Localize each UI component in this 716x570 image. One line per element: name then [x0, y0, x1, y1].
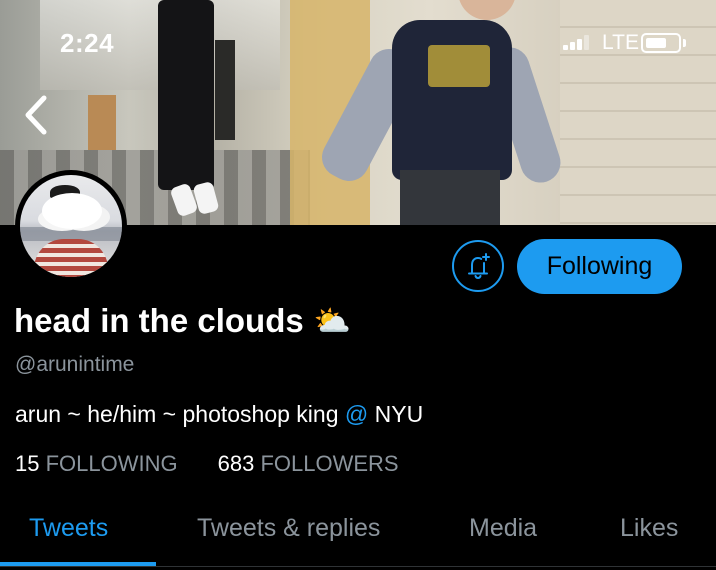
followers-count: 683: [217, 451, 255, 476]
bio-location: NYU: [368, 401, 424, 427]
following-button[interactable]: Following: [517, 239, 682, 294]
profile-tabs: Tweets Tweets & replies Media Likes: [0, 498, 716, 570]
banner-chin: [458, 0, 516, 20]
followers-stat[interactable]: 683 FOLLOWERS: [218, 451, 399, 477]
battery-icon: [641, 33, 681, 53]
banner-legs: [400, 170, 500, 225]
tab-tweets-and-replies[interactable]: Tweets & replies: [197, 514, 380, 543]
chevron-left-icon: [25, 95, 47, 135]
banner-shirt-print: [428, 45, 490, 87]
battery-tip: [683, 39, 686, 47]
bell-plus-icon: [468, 253, 490, 280]
bio-text: arun ~ he/him ~ photoshop king: [15, 401, 345, 427]
bio-mention-link[interactable]: @: [345, 401, 368, 427]
tab-tweets[interactable]: Tweets: [29, 514, 108, 543]
banner-window: [215, 40, 235, 140]
signal-strength-icon: [563, 34, 589, 50]
notifications-button[interactable]: [452, 240, 504, 292]
network-type: LTE: [602, 31, 639, 54]
banner-walking-figure: [392, 20, 512, 180]
status-time: 2:24: [60, 28, 115, 58]
sun-behind-cloud-icon: ⛅: [313, 304, 352, 338]
tab-media[interactable]: Media: [469, 514, 537, 543]
following-label: FOLLOWING: [45, 451, 178, 476]
avatar[interactable]: [15, 170, 127, 282]
followers-label: FOLLOWERS: [260, 451, 399, 476]
following-count: 15: [15, 451, 40, 476]
display-name-text: head in the clouds: [14, 302, 304, 339]
banner-floating-figure: [158, 0, 214, 190]
tabs-divider: [0, 566, 716, 567]
following-stat[interactable]: 15 FOLLOWING: [15, 451, 178, 477]
profile-display-name: head in the clouds ⛅: [14, 302, 351, 340]
banner-door: [88, 95, 116, 150]
tab-likes[interactable]: Likes: [620, 514, 678, 543]
profile-handle: @arunintime: [15, 353, 135, 376]
avatar-image: [20, 175, 122, 277]
profile-bio: arun ~ he/him ~ photoshop king @ NYU: [15, 401, 423, 428]
back-button[interactable]: [18, 94, 54, 136]
profile-stats: 15 FOLLOWING 683 FOLLOWERS: [15, 451, 399, 477]
